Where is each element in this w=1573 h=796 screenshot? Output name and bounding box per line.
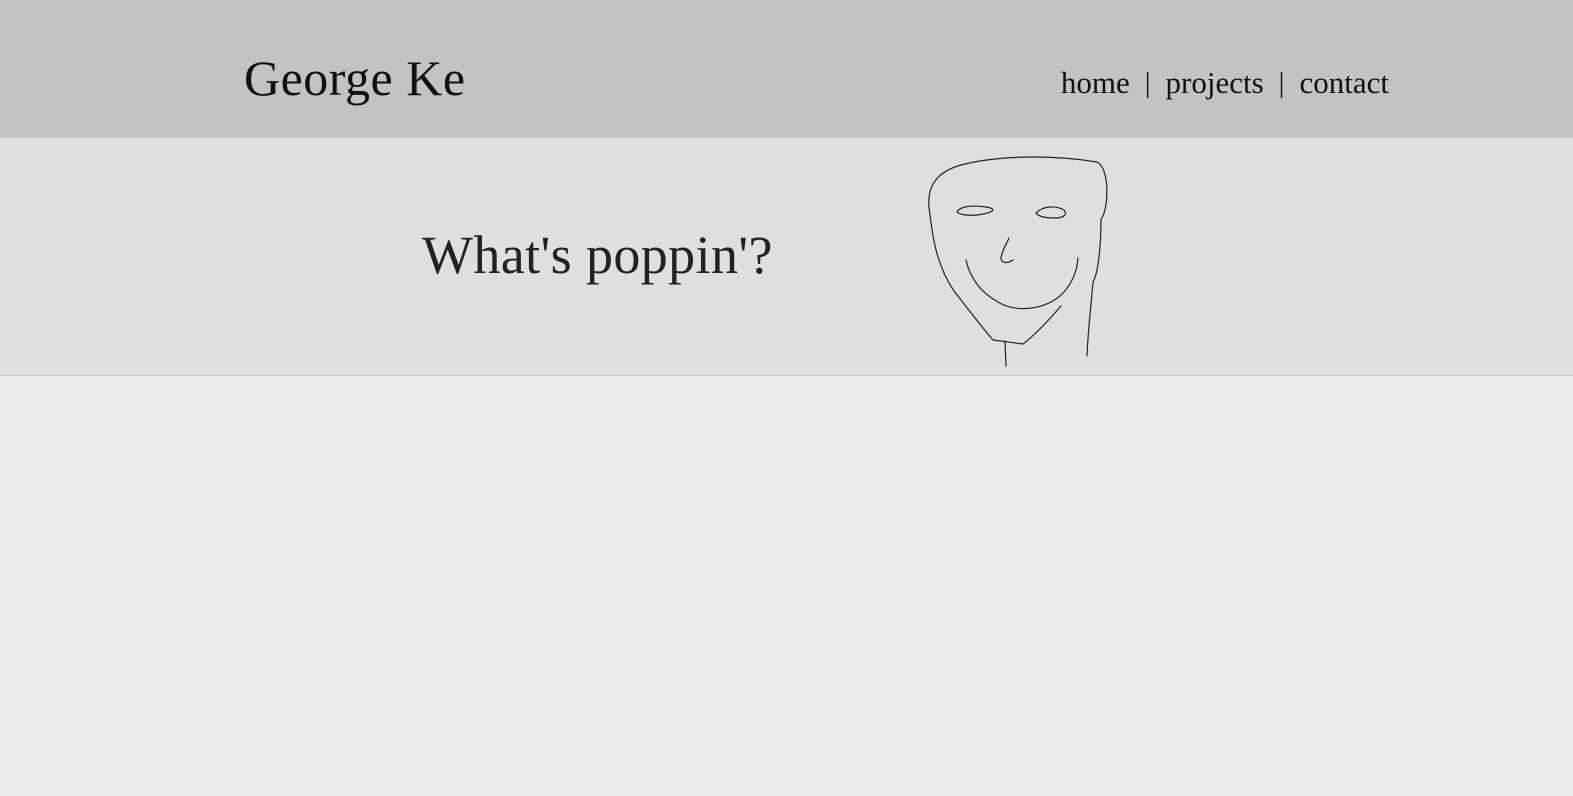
hand-drawn-smiley-face-icon <box>928 156 1108 367</box>
site-title[interactable]: George Ke <box>244 48 466 108</box>
nav-contact-link[interactable]: contact <box>1299 64 1389 102</box>
hero-greeting: What's poppin'? <box>422 225 773 285</box>
hero-section: What's poppin'? <box>0 138 1573 376</box>
nav-home-link[interactable]: home <box>1061 64 1130 102</box>
nav-separator: | <box>1278 67 1285 99</box>
nav-projects-link[interactable]: projects <box>1166 64 1264 102</box>
site-header: George Ke home | projects | contact <box>0 0 1573 138</box>
page-content-area <box>0 376 1573 796</box>
main-navigation: home | projects | contact <box>1061 64 1389 102</box>
nav-separator: | <box>1144 67 1151 99</box>
